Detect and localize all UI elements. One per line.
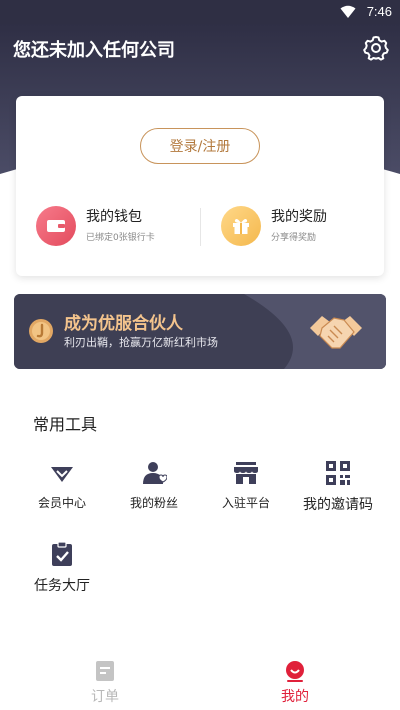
handshake-icon [310, 316, 362, 349]
status-time: 7:46 [366, 4, 392, 19]
settings-gear-icon[interactable] [362, 34, 390, 62]
tab-label: 我的 [281, 689, 309, 705]
tools-section-title: 常用工具 [33, 415, 98, 434]
bottom-tab-bar: 订单 我的 [0, 650, 400, 710]
tool-label: 任务大厅 [34, 578, 90, 594]
banner-title: 成为优服合伙人 [64, 314, 183, 334]
wifi-icon [340, 5, 356, 18]
my-wallet-entry[interactable]: 我的钱包 已绑定0张银行卡 [36, 204, 196, 248]
coin-icon [29, 319, 53, 343]
tool-label: 入驻平台 [221, 496, 270, 510]
orders-icon [96, 661, 114, 681]
status-bar: 7:46 [0, 0, 400, 24]
tool-label: 会员中心 [37, 496, 86, 510]
profile-icon [286, 661, 304, 682]
clipboard-check-icon [52, 541, 72, 566]
tool-my-fans[interactable]: 我的粉丝 [109, 460, 199, 520]
wallet-title: 我的钱包 [86, 209, 142, 225]
tool-label: 我的粉丝 [129, 496, 178, 510]
tab-orders[interactable]: 订单 [5, 650, 205, 710]
gift-icon [221, 206, 261, 246]
store-icon [234, 462, 258, 484]
tool-label: 我的邀请码 [303, 497, 373, 513]
page-title: 您还未加入任何公司 [13, 40, 175, 61]
diamond-icon [51, 467, 73, 482]
qr-code-icon [326, 461, 350, 485]
user-heart-icon [143, 462, 167, 484]
tab-label: 订单 [91, 689, 119, 705]
login-register-button[interactable]: 登录/注册 [140, 128, 260, 164]
reward-title: 我的奖励 [271, 209, 327, 225]
tool-member-center[interactable]: 会员中心 [17, 460, 107, 520]
card-divider [200, 208, 201, 246]
tool-task-hall[interactable]: 任务大厅 [17, 541, 107, 601]
tool-invite-code[interactable]: 我的邀请码 [293, 460, 383, 520]
reward-subtitle: 分享得奖励 [271, 233, 317, 243]
partner-banner[interactable]: 成为优服合伙人 利刃出鞘，抢赢万亿新红利市场 [14, 294, 386, 369]
wallet-icon [36, 206, 76, 246]
account-card: 登录/注册 我的钱包 已绑定0张银行卡 我的奖励 分享得奖励 [16, 96, 384, 276]
banner-subtitle: 利刃出鞘，抢赢万亿新红利市场 [64, 336, 218, 349]
wallet-subtitle: 已绑定0张银行卡 [86, 233, 155, 243]
tab-mine[interactable]: 我的 [195, 650, 395, 710]
tool-join-platform[interactable]: 入驻平台 [201, 460, 291, 520]
my-reward-entry[interactable]: 我的奖励 分享得奖励 [221, 204, 381, 248]
